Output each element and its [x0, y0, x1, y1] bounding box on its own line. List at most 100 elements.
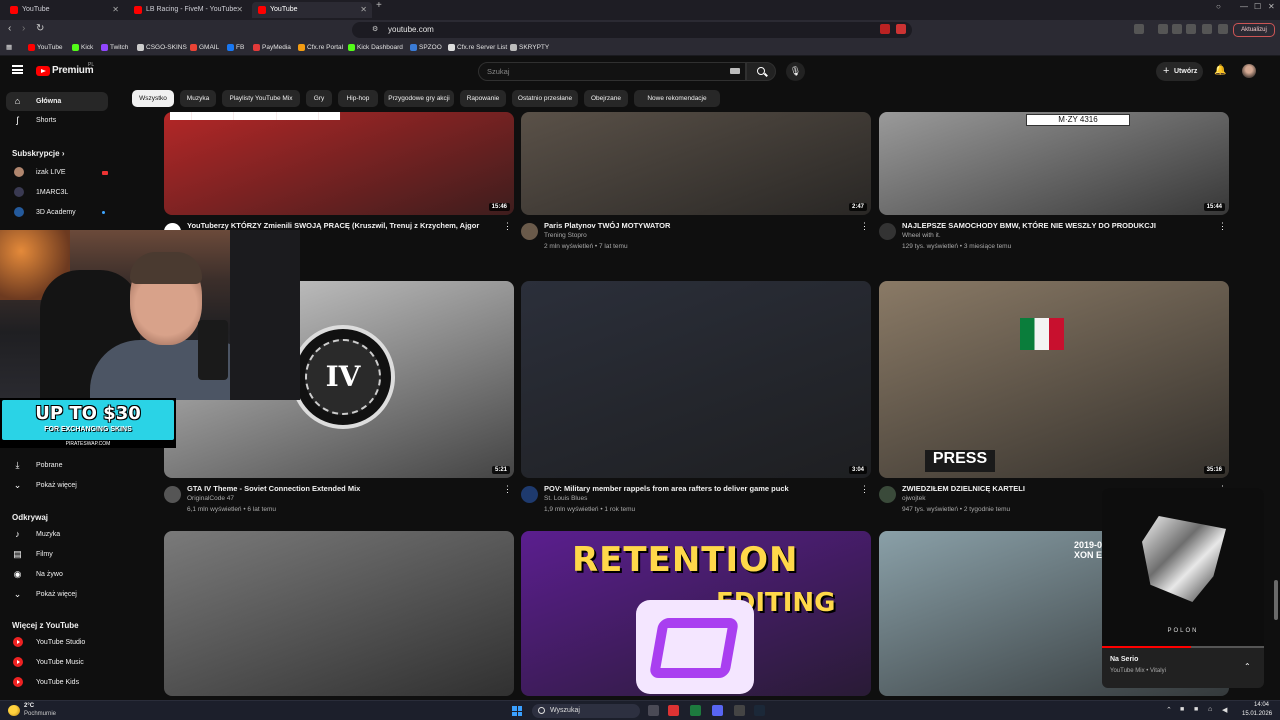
channel-avatar[interactable] — [521, 223, 538, 240]
bookmark-item[interactable]: Cfx.re Portal — [298, 42, 343, 54]
sidebar-icon[interactable] — [1172, 24, 1182, 34]
subscriptions-heading[interactable]: Subskrypcje › — [12, 149, 64, 158]
video-thumbnail[interactable]: 35:16 — [879, 281, 1229, 478]
back-icon[interactable]: ‹ — [8, 23, 11, 34]
steam-icon[interactable] — [754, 705, 765, 716]
close-window-icon[interactable]: ✕ — [1268, 2, 1275, 11]
tray-app-icon[interactable]: ■ — [1180, 706, 1184, 713]
weather-sun-icon[interactable] — [8, 705, 20, 716]
filter-chip[interactable]: Nowe rekomendacje — [634, 90, 720, 107]
bookmark-item[interactable]: Cfx.re Server List — [448, 42, 507, 54]
media-icon[interactable] — [1158, 24, 1168, 34]
miniplayer-artwork[interactable]: POLON — [1102, 488, 1264, 646]
channel-name[interactable]: Trening Stopro — [544, 232, 587, 239]
vpn-icon[interactable] — [1218, 24, 1228, 34]
bookmark-item[interactable]: Twitch — [101, 42, 128, 54]
close-tab-icon[interactable]: ✕ — [360, 2, 367, 18]
site-info-icon[interactable]: ⚙ — [372, 22, 378, 38]
video-title[interactable]: POV: Military member rappels from area r… — [544, 484, 854, 494]
bookmark-item[interactable]: FB — [227, 42, 244, 54]
tab-search-icon[interactable]: ○ — [1216, 2, 1221, 11]
show-more-button[interactable]: ⌄ Pokaż więcej — [6, 585, 108, 604]
bookmark-item[interactable]: YouTube — [28, 42, 63, 54]
bookmark-item[interactable]: Kick Dashboard — [348, 42, 403, 54]
more-options-icon[interactable]: ⋮ — [860, 484, 869, 494]
sidebar-subscription[interactable]: izak LIVE — [6, 163, 108, 182]
video-thumbnail[interactable]: 15:44 — [879, 112, 1229, 215]
weather-description[interactable]: Pochmurnie — [24, 711, 56, 717]
minimize-icon[interactable]: — — [1240, 2, 1248, 11]
channel-avatar[interactable] — [879, 486, 896, 503]
bookmark-item[interactable]: Kick — [72, 42, 93, 54]
miniplayer[interactable]: POLON Na Serio YouTube Mix • Vitalyi ⌃ — [1102, 488, 1264, 688]
channel-name[interactable]: Wheel with it. — [902, 232, 941, 239]
browser-tab[interactable]: LB Racing - FiveM - YouTube ✕ — [128, 2, 248, 18]
volume-icon[interactable]: ◀ — [1222, 706, 1227, 714]
show-more-button[interactable]: ⌄ Pokaż więcej — [6, 476, 108, 495]
close-tab-icon[interactable]: ✕ — [112, 2, 119, 18]
filter-chip[interactable]: Obejrzane — [584, 90, 628, 107]
obs-icon[interactable] — [734, 705, 745, 716]
filter-chip[interactable]: Gry — [306, 90, 332, 107]
create-button[interactable]: Utwórz — [1156, 62, 1203, 81]
account-avatar[interactable] — [1242, 64, 1256, 78]
miniplayer-progress-bar[interactable] — [1102, 646, 1264, 648]
maximize-icon[interactable]: ☐ — [1254, 2, 1261, 11]
sidebar-item-youtube-kids[interactable]: YouTube Kids — [6, 673, 108, 692]
sidebar-item-movies[interactable]: ▤ Filmy — [6, 545, 108, 564]
browser-tab-active[interactable]: YouTube ✕ — [252, 2, 372, 18]
video-title[interactable]: NAJLEPSZE SAMOCHODY BMW, KTÓRE NIE WESZŁ… — [902, 221, 1212, 231]
network-icon[interactable]: ⌂ — [1208, 706, 1212, 713]
bookmark-item[interactable]: CSGO-SKINS — [137, 42, 187, 54]
bookmark-item[interactable]: GMAIL — [190, 42, 219, 54]
new-tab-button[interactable]: + — [376, 0, 382, 11]
search-button[interactable] — [746, 62, 776, 81]
menu-hamburger-icon[interactable] — [12, 65, 23, 74]
sidebar-item-youtube-music[interactable]: YouTube Music — [6, 653, 108, 672]
downloads-icon[interactable] — [1202, 24, 1212, 34]
more-options-icon[interactable]: ⋮ — [1218, 221, 1227, 231]
filter-chip[interactable]: Muzyka — [180, 90, 216, 107]
sidebar-subscription[interactable]: 3D Academy — [6, 203, 108, 222]
filter-chip[interactable]: Ostatnio przesłane — [512, 90, 578, 107]
forward-icon[interactable]: › — [22, 23, 25, 34]
apps-grid-icon[interactable]: ▦ — [6, 42, 12, 54]
more-options-icon[interactable]: ⋮ — [503, 484, 512, 494]
sidebar-item-home[interactable]: ⌂ Główna — [6, 92, 108, 111]
tray-app-icon[interactable]: ■ — [1194, 706, 1198, 713]
update-button[interactable]: Aktualizuj — [1233, 23, 1275, 37]
channel-name[interactable]: St. Louis Blues — [544, 495, 587, 502]
opera-browser-icon[interactable] — [668, 705, 679, 716]
more-options-icon[interactable]: ⋮ — [503, 221, 512, 231]
reload-icon[interactable]: ↻ — [36, 23, 44, 34]
channel-avatar[interactable] — [164, 486, 181, 503]
shield-extension-icon[interactable] — [880, 24, 890, 34]
weather-temperature[interactable]: 2°C — [24, 703, 34, 709]
sidebar-item-live[interactable]: ◉ Na żywo — [6, 565, 108, 584]
sidebar-item-shorts[interactable]: ʃ Shorts — [6, 111, 108, 130]
expand-chevron-up-icon[interactable]: ⌃ — [1244, 662, 1251, 671]
filter-chip[interactable]: Playlisty YouTube Mix — [222, 90, 300, 107]
channel-name[interactable]: OriginalCode 47 — [187, 495, 234, 502]
browser-tab[interactable]: YouTube ✕ — [4, 2, 124, 18]
excel-icon[interactable] — [690, 705, 701, 716]
video-thumbnail[interactable] — [164, 531, 514, 696]
voice-search-mic-icon[interactable]: 🎙 — [786, 62, 805, 81]
wallet-icon[interactable] — [1186, 24, 1196, 34]
sidebar-item-downloads[interactable]: ⤓ Pobrane — [6, 456, 108, 475]
video-title[interactable]: Paris Platynov TWÓJ MOTYWATOR — [544, 221, 854, 231]
alert-extension-icon[interactable] — [896, 24, 906, 34]
taskbar-clock-time[interactable]: 14:04 — [1254, 702, 1269, 708]
filter-chip[interactable]: Hip-hop — [338, 90, 378, 107]
sidebar-subscription[interactable]: 1MARC3L — [6, 183, 108, 202]
tray-chevron-up-icon[interactable]: ⌃ — [1166, 706, 1172, 714]
task-view-icon[interactable] — [648, 705, 659, 716]
channel-avatar[interactable] — [521, 486, 538, 503]
bookmark-item[interactable]: PayMedia — [253, 42, 291, 54]
keyboard-icon[interactable] — [730, 68, 740, 74]
windows-start-icon[interactable] — [512, 706, 522, 716]
bookmark-item[interactable]: SPZOO — [410, 42, 442, 54]
discord-icon[interactable] — [712, 705, 723, 716]
search-input[interactable]: Szukaj — [478, 62, 746, 81]
youtube-logo-icon[interactable] — [36, 66, 50, 76]
